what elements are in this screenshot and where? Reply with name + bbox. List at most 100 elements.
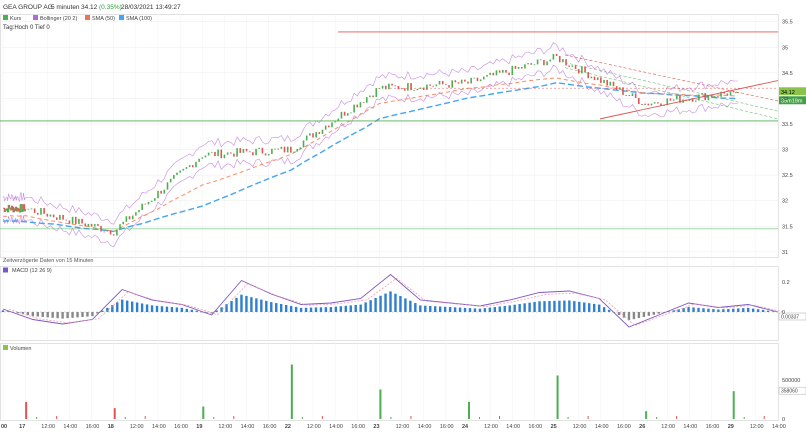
candle — [498, 70, 501, 73]
volume-bar — [379, 389, 382, 419]
macd-histogram-bar — [61, 312, 64, 319]
x-tick-label: 25 — [551, 424, 557, 430]
candle — [176, 172, 178, 176]
x-tick-label: 16:00 — [263, 424, 277, 430]
macd-histogram-bar — [588, 303, 591, 312]
candle — [150, 200, 153, 202]
candle — [84, 223, 87, 227]
macd-histogram-bar — [538, 301, 541, 312]
macd-histogram-bar — [443, 306, 447, 312]
candle — [581, 66, 583, 74]
price-y-tick: 33.5 — [782, 122, 793, 128]
volume-bar-minor — [390, 417, 392, 419]
candle — [524, 64, 526, 69]
candle — [726, 93, 729, 96]
candle — [312, 133, 314, 138]
x-tick-label: 16:00 — [528, 424, 542, 430]
candle — [195, 161, 197, 168]
macd-histogram-bar — [91, 312, 94, 317]
candle — [562, 59, 564, 63]
macd-histogram-bar — [175, 307, 179, 312]
macd-histogram-bar — [190, 309, 193, 312]
candle — [672, 99, 675, 101]
macd-histogram-bar — [553, 300, 556, 312]
volume-bar-minor — [763, 416, 765, 419]
candle — [71, 216, 74, 224]
candle — [625, 94, 627, 96]
x-tick-label: 16:00 — [86, 424, 100, 430]
macd-histogram-bar — [578, 301, 581, 312]
macd-histogram-bar — [41, 312, 44, 317]
candle — [179, 170, 181, 173]
candle — [128, 216, 131, 220]
x-tick-label: 29 — [728, 424, 734, 430]
macd-histogram-bar — [374, 297, 377, 312]
chart-svg: GEA GROUP AG 5 minuten 34.12 (0.35%) 28/… — [0, 4, 806, 430]
candle — [644, 103, 646, 105]
candle — [207, 152, 210, 156]
candle — [331, 122, 333, 128]
macd-histogram-bar — [429, 305, 432, 312]
macd-histogram-bar — [657, 312, 660, 314]
volume-bar — [25, 401, 28, 419]
volume-bar-minor — [321, 416, 323, 419]
macd-histogram-bar — [563, 300, 566, 312]
macd-histogram-bar — [299, 307, 303, 312]
macd-histogram-bar — [597, 304, 601, 312]
volume-last-label: 358060 — [781, 389, 798, 395]
candle — [157, 190, 159, 199]
x-tick-label: 14:00 — [595, 424, 609, 430]
candle — [62, 214, 64, 220]
macd-histogram-bar — [125, 300, 129, 312]
x-tick-label: 12:00 — [750, 424, 764, 430]
volume-bar-minor — [587, 416, 589, 419]
macd-y-tick: 0.2 — [782, 280, 790, 286]
candle — [356, 104, 359, 108]
volume-bar — [202, 406, 205, 419]
candle — [131, 215, 134, 220]
bollinger-lower-line — [2, 64, 738, 248]
candle — [65, 219, 68, 221]
candle — [277, 148, 280, 150]
candle — [410, 83, 412, 91]
candle — [520, 67, 523, 69]
candle — [568, 65, 571, 67]
price-y-tick: 32.5 — [782, 173, 793, 179]
candle — [530, 63, 533, 65]
candle — [106, 230, 109, 232]
macd-histogram-bar — [394, 293, 397, 312]
day-high-low: Tag:Hoch 0 Tief 0 — [3, 25, 50, 31]
candle — [242, 148, 245, 153]
candle — [293, 151, 295, 153]
macd-histogram-bar — [697, 307, 700, 312]
macd-histogram-bar — [642, 312, 646, 317]
candle — [394, 85, 397, 87]
macd-histogram-bar — [424, 305, 427, 312]
legend-label: SMA (50) — [92, 16, 115, 22]
candle — [606, 79, 608, 86]
candle — [4, 210, 7, 212]
x-tick-label: 12:00 — [218, 424, 232, 430]
macd-histogram-bar — [66, 312, 69, 319]
macd-label: MACD (12 26 9) — [12, 268, 52, 274]
macd-histogram-bar — [155, 305, 159, 312]
candle — [438, 80, 441, 85]
macd-histogram-bar — [46, 312, 49, 318]
candle — [641, 104, 643, 105]
interval-label[interactable]: 5 minuten — [51, 4, 80, 11]
macd-histogram-bar — [225, 304, 228, 312]
candle — [138, 210, 140, 213]
trendline — [564, 67, 779, 120]
macd-histogram-bar — [761, 309, 765, 312]
candle — [154, 198, 156, 201]
candle — [638, 97, 640, 105]
candle — [141, 203, 143, 211]
macd-histogram-bar — [145, 304, 149, 312]
macd-histogram-bar — [707, 308, 710, 312]
candle — [543, 60, 545, 66]
macd-histogram-bar — [493, 307, 497, 312]
candle — [384, 85, 387, 90]
volume-bar — [645, 411, 648, 419]
candle — [441, 80, 444, 85]
candle — [182, 168, 185, 171]
